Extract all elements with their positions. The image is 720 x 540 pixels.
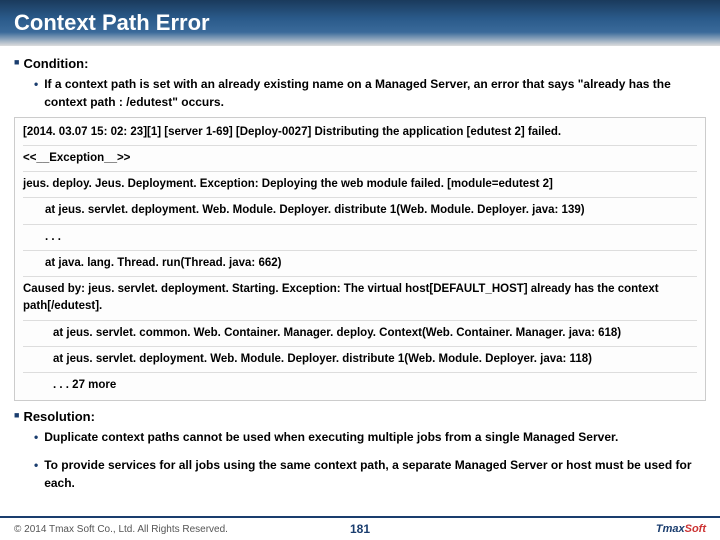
condition-text: If a context path is set with an already… [44,75,706,111]
log-line: at jeus. servlet. deployment. Web. Modul… [23,200,697,221]
copyright-text: © 2014 Tmax Soft Co., Ltd. All Rights Re… [14,524,228,535]
content-area: Condition: If a context path is set with… [0,46,720,492]
brand-logo: TmaxSoft [656,523,706,535]
footer: © 2014 Tmax Soft Co., Ltd. All Rights Re… [0,516,720,540]
page-number: 181 [350,522,370,536]
page-title: Context Path Error [14,10,210,36]
resolution-text-1: Duplicate context paths cannot be used w… [44,428,618,446]
log-line: at java. lang. Thread. run(Thread. java:… [23,253,697,274]
condition-bullet: If a context path is set with an already… [34,75,706,111]
resolution-bullet-1: Duplicate context paths cannot be used w… [34,428,706,446]
resolution-heading: Resolution: [14,407,706,427]
condition-heading: Condition: [14,54,706,74]
log-line: <<__Exception__>> [23,148,697,169]
log-line: at jeus. servlet. deployment. Web. Modul… [23,349,697,370]
log-line: . . . [23,227,697,248]
log-line: at jeus. servlet. common. Web. Container… [23,323,697,344]
resolution-bullet-2: To provide services for all jobs using t… [34,456,706,492]
log-line: jeus. deploy. Jeus. Deployment. Exceptio… [23,174,697,195]
log-line: Caused by: jeus. servlet. deployment. St… [23,279,697,318]
log-line: [2014. 03.07 15: 02: 23][1] [server 1-69… [23,122,697,143]
resolution-text-2: To provide services for all jobs using t… [44,456,706,492]
log-box: [2014. 03.07 15: 02: 23][1] [server 1-69… [14,117,706,402]
log-line: . . . 27 more [23,375,697,396]
title-bar: Context Path Error [0,0,720,46]
